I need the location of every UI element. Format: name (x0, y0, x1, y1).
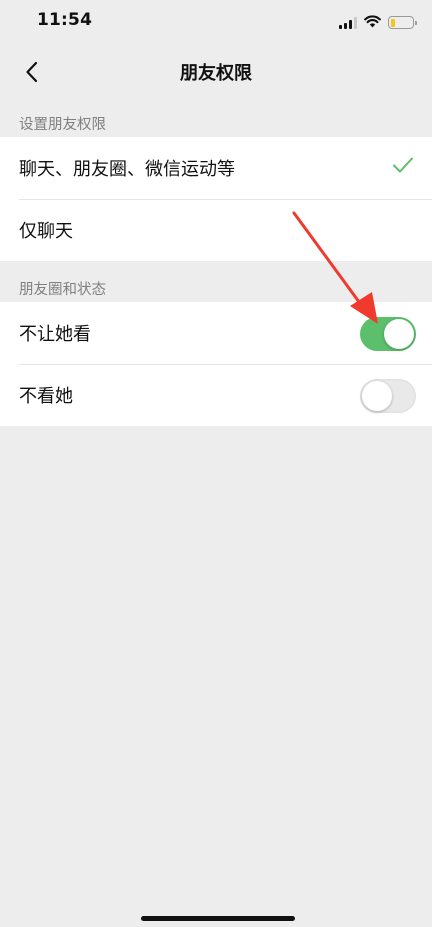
section-header-permissions: 设置朋友权限 (19, 117, 106, 133)
toggle-row-hide-her-moments: 不看她 (0, 364, 432, 426)
battery-icon (388, 16, 417, 29)
signal-icon (339, 16, 357, 29)
switch-knob (384, 319, 414, 349)
home-indicator (141, 916, 295, 921)
status-icons (339, 13, 417, 32)
switch-knob (362, 381, 392, 411)
moments-group: 不让她看 不看她 (0, 302, 432, 426)
page-title: 朋友权限 (180, 63, 252, 84)
option-chat-moments-werun[interactable]: 聊天、朋友圈、微信运动等 (0, 137, 432, 199)
check-icon (393, 157, 413, 173)
section-header-moments: 朋友圈和状态 (19, 282, 106, 298)
permissions-group: 聊天、朋友圈、微信运动等 仅聊天 (0, 137, 432, 261)
option-chat-only[interactable]: 仅聊天 (0, 199, 432, 261)
option-label: 聊天、朋友圈、微信运动等 (19, 159, 235, 180)
hide-my-moments-switch[interactable] (360, 317, 416, 351)
hide-her-moments-switch[interactable] (360, 379, 416, 413)
toggle-row-hide-my-moments: 不让她看 (0, 302, 432, 364)
toggle-label: 不让她看 (19, 324, 91, 345)
option-label: 仅聊天 (19, 221, 73, 242)
wifi-icon (364, 13, 381, 32)
friend-permissions-screen: 11:54 朋友权限 设置朋友权限 聊天、朋友圈、微信运动等 仅聊天 朋友圈和状… (0, 0, 432, 927)
status-time: 11:54 (37, 10, 93, 30)
toggle-label: 不看她 (19, 386, 73, 407)
status-bar: 11:54 (0, 0, 432, 44)
nav-bar: 朋友权限 (0, 44, 432, 100)
